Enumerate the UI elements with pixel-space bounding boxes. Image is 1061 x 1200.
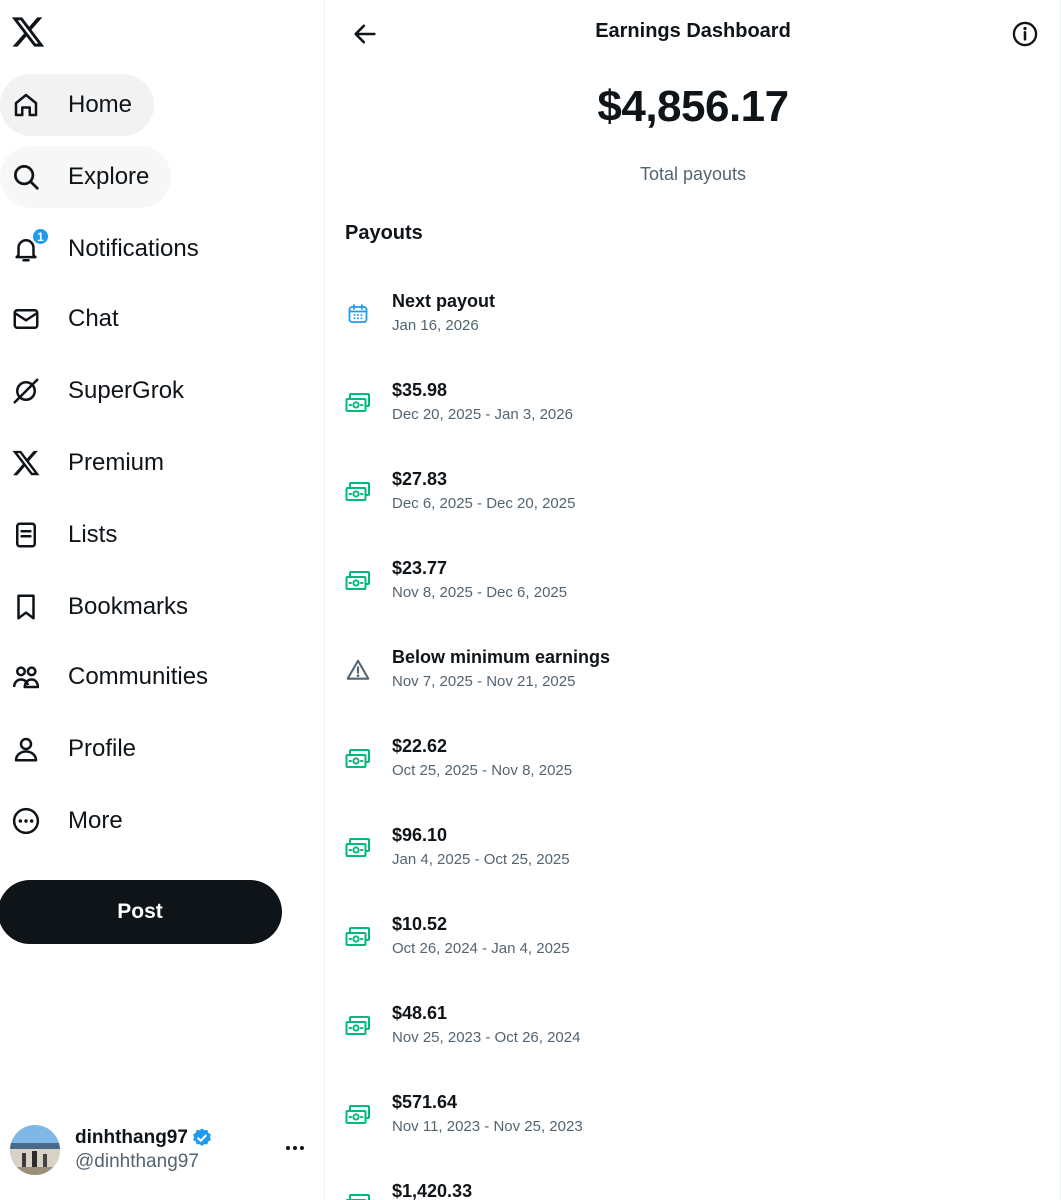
more-horizontal-icon[interactable] (280, 1136, 310, 1160)
nav-item-premium[interactable]: Premium (0, 432, 186, 494)
nav-item-label: Bookmarks (68, 593, 189, 620)
money-icon (344, 389, 372, 417)
money-icon (344, 567, 372, 595)
sidebar: Home Explore 1 Notifications Chat SuperG… (0, 0, 325, 1200)
display-name: dinhthang97 (75, 1127, 188, 1148)
warning-icon (344, 656, 372, 684)
search-icon (8, 159, 44, 195)
account-handle: @dinhthang97 (75, 1151, 199, 1172)
list-icon (8, 517, 44, 553)
earnings-dashboard: Earnings Dashboard $4,856.17 Total payou… (325, 0, 1061, 1200)
payout-dates: Oct 25, 2025 - Nov 8, 2025 (392, 762, 573, 779)
nav-item-label: Communities (68, 663, 209, 690)
nav-item-label: Notifications (68, 235, 199, 262)
money-icon (344, 834, 372, 862)
payout-row[interactable]: $27.83 Dec 6, 2025 - Dec 20, 2025 (325, 448, 1061, 537)
payout-amount: $27.83 (392, 469, 448, 489)
money-icon (344, 1190, 372, 1200)
more-circle-icon (8, 803, 44, 839)
payout-amount: $10.52 (392, 914, 448, 934)
nav-item-explore[interactable]: Explore (0, 146, 172, 208)
page-title: Earnings Dashboard (595, 20, 791, 42)
payout-amount: Below minimum earnings (392, 647, 611, 667)
payout-row[interactable]: Next payout Jan 16, 2026 (325, 270, 1061, 359)
payout-dates: Oct 26, 2024 - Jan 4, 2025 (392, 940, 570, 957)
nav-item-notifications[interactable]: 1 Notifications (0, 218, 221, 280)
nav-item-profile[interactable]: Profile (0, 718, 158, 780)
calendar-icon (344, 300, 372, 328)
verified-badge-icon (191, 1127, 213, 1149)
nav-item-chat[interactable]: Chat (0, 288, 141, 350)
payout-row[interactable]: $96.10 Jan 4, 2025 - Oct 25, 2025 (325, 804, 1061, 893)
payout-amount: $96.10 (392, 825, 448, 845)
nav-item-label: Lists (68, 521, 118, 548)
home-icon (8, 87, 44, 123)
communities-icon (8, 659, 44, 695)
notification-badge: 1 (31, 227, 50, 246)
nav-item-label: Profile (68, 735, 137, 762)
payout-amount: $48.61 (392, 1003, 448, 1023)
nav-item-label: Premium (68, 449, 165, 476)
payout-row[interactable]: $571.64 Nov 11, 2023 - Nov 25, 2023 (325, 1071, 1061, 1160)
nav-item-label: Chat (68, 305, 119, 332)
payout-row[interactable]: $23.77 Nov 8, 2025 - Dec 6, 2025 (325, 537, 1061, 626)
nav-item-communities[interactable]: Communities (0, 646, 230, 708)
payout-dates: Dec 20, 2025 - Jan 3, 2026 (392, 406, 573, 423)
x-logo-icon[interactable] (10, 14, 46, 50)
payout-amount: $35.98 (392, 380, 448, 400)
nav-item-lists[interactable]: Lists (0, 504, 139, 566)
avatar (10, 1125, 60, 1175)
payout-dates: Jan 16, 2026 (392, 317, 479, 334)
nav-item-bookmarks[interactable]: Bookmarks (0, 576, 210, 638)
payout-amount: $23.77 (392, 558, 448, 578)
info-icon[interactable] (1010, 19, 1040, 49)
payout-dates: Nov 25, 2023 - Oct 26, 2024 (392, 1029, 581, 1046)
payout-row[interactable]: $10.52 Oct 26, 2024 - Jan 4, 2025 (325, 893, 1061, 982)
nav-item-label: More (68, 807, 123, 834)
payout-amount: Next payout (392, 291, 496, 311)
bell-icon: 1 (8, 227, 50, 267)
bookmark-icon (8, 589, 44, 625)
x-logo-icon (8, 445, 44, 481)
payout-amount: $1,420.33 (392, 1181, 473, 1200)
nav-item-supergrok[interactable]: SuperGrok (0, 360, 206, 422)
nav-item-label: SuperGrok (68, 377, 185, 404)
nav-item-label: Explore (68, 163, 150, 190)
account-switcher[interactable]: dinhthang97 @dinhthang97 (10, 1122, 310, 1178)
post-button[interactable]: Post (0, 880, 282, 944)
account-text: dinhthang97 @dinhthang97 (75, 1127, 213, 1173)
payouts-section-title: Payouts (345, 222, 423, 244)
payout-row[interactable]: $35.98 Dec 20, 2025 - Jan 3, 2026 (325, 359, 1061, 448)
payout-amount: $571.64 (392, 1092, 458, 1112)
total-payouts-label: Total payouts (639, 164, 747, 184)
money-icon (344, 1012, 372, 1040)
nav-item-label: Home (68, 91, 133, 118)
payout-amount: $22.62 (392, 736, 448, 756)
person-icon (8, 731, 44, 767)
payout-row[interactable]: Below minimum earnings Nov 7, 2025 - Nov … (325, 626, 1061, 715)
money-icon (344, 923, 372, 951)
nav-item-home[interactable]: Home (0, 74, 155, 136)
payout-row[interactable]: $48.61 Nov 25, 2023 - Oct 26, 2024 (325, 982, 1061, 1071)
money-icon (344, 745, 372, 773)
money-icon (344, 478, 372, 506)
grok-icon (8, 373, 44, 409)
display-name-row: dinhthang97 (75, 1127, 213, 1149)
payout-row[interactable]: $22.62 Oct 25, 2025 - Nov 8, 2025 (325, 715, 1061, 804)
payout-dates: Nov 11, 2023 - Nov 25, 2023 (392, 1118, 583, 1135)
payout-row[interactable]: $1,420.33 (325, 1160, 1061, 1200)
payout-dates: Jan 4, 2025 - Oct 25, 2025 (392, 851, 570, 868)
payout-dates: Nov 7, 2025 - Nov 21, 2025 (392, 673, 576, 690)
nav-item-more[interactable]: More (0, 790, 145, 852)
money-icon (344, 1101, 372, 1129)
envelope-icon (8, 301, 44, 337)
payout-dates: Dec 6, 2025 - Dec 20, 2025 (392, 495, 576, 512)
total-payouts-amount: $4,856.17 (597, 82, 789, 131)
payout-dates: Nov 8, 2025 - Dec 6, 2025 (392, 584, 568, 601)
